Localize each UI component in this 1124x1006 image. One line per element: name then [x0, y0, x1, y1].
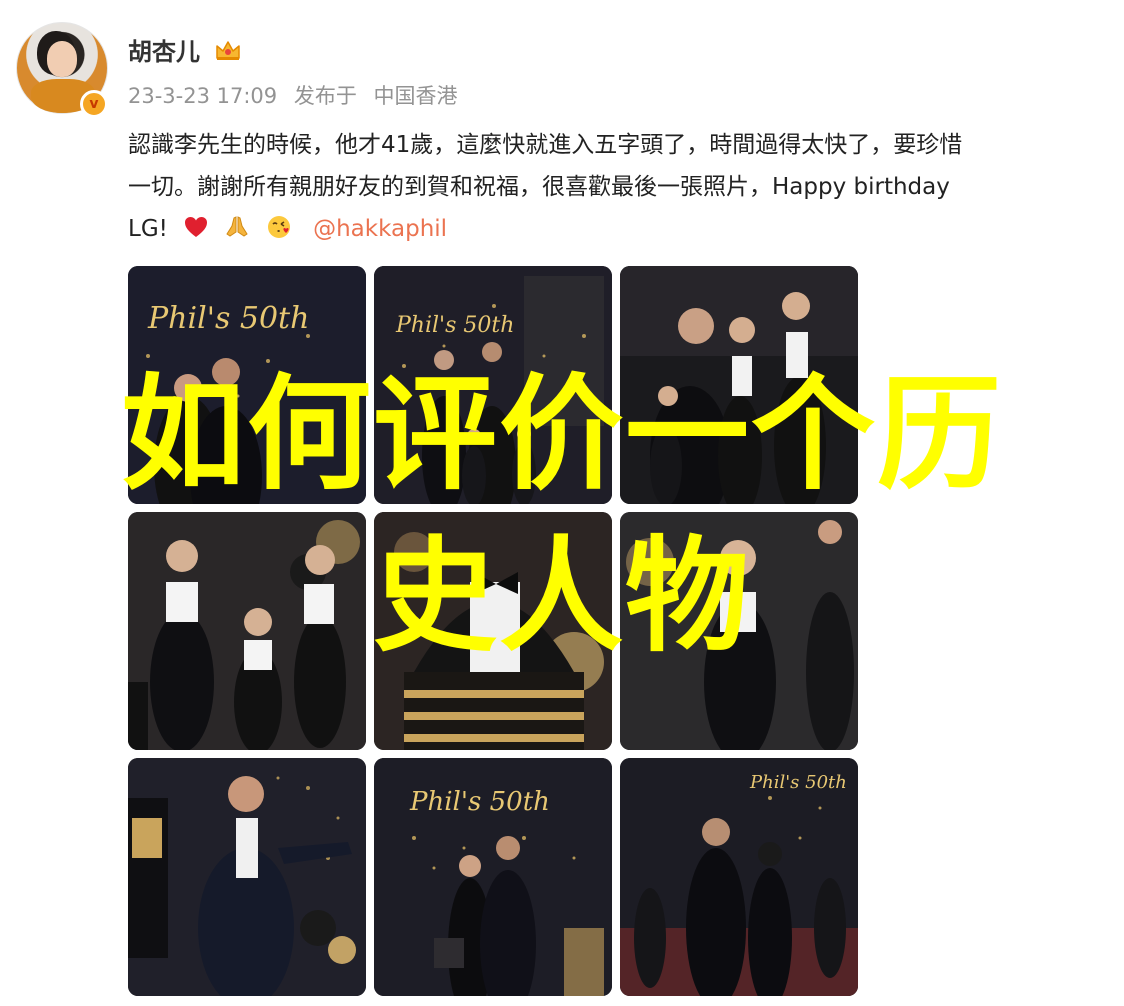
- post-text: 認識李先生的時候，他才41歲，這麼快就進入五字頭了，時間過得太快了，要珍惜 一切…: [128, 124, 1108, 250]
- post-text-line-3-text: LG!: [128, 216, 168, 242]
- photo-6-image: [620, 512, 858, 750]
- weibo-post: v 胡杏儿 23-3-23 17:09 发布于 中国香港 認識李先生的時候，他才…: [0, 0, 1124, 1006]
- author-name[interactable]: 胡杏儿: [128, 32, 200, 67]
- photo-grid: Phil's 50th Phil's 50th Phil's 50th Phil…: [128, 266, 860, 998]
- photo-5-image: [374, 512, 612, 750]
- photo-1[interactable]: Phil's 50th: [128, 266, 366, 504]
- photo-4[interactable]: [128, 512, 366, 750]
- photo-3-image: [620, 266, 858, 504]
- mention-link[interactable]: @hakkaphil: [313, 216, 447, 242]
- post-text-line-2: 一切。謝謝所有親朋好友的到賀和祝福，很喜歡最後一張照片，Happy birthd…: [128, 174, 950, 200]
- publish-label: 发布于: [293, 84, 357, 108]
- photo-3[interactable]: [620, 266, 858, 504]
- photo-6[interactable]: [620, 512, 858, 750]
- post-location: 中国香港: [373, 84, 458, 108]
- photo-1-sign-text: Phil's 50th: [147, 301, 309, 336]
- photo-9[interactable]: Phil's 50th: [620, 758, 858, 996]
- praying-hands-emoji: [226, 216, 249, 237]
- photo-2-image: Phil's 50th: [374, 266, 612, 504]
- photo-9-image: Phil's 50th: [620, 758, 858, 996]
- photo-7-image: [128, 758, 366, 996]
- photo-5[interactable]: [374, 512, 612, 750]
- photo-7[interactable]: [128, 758, 366, 996]
- photo-9-sign-text: Phil's 50th: [749, 772, 847, 793]
- post-timestamp[interactable]: 23-3-23 17:09: [128, 84, 277, 108]
- photo-2[interactable]: Phil's 50th: [374, 266, 612, 504]
- avatar-face: [47, 41, 77, 77]
- post-meta: 23-3-23 17:09 发布于 中国香港: [128, 80, 468, 110]
- photo-4-image: [128, 512, 366, 750]
- photo-8[interactable]: Phil's 50th: [374, 758, 612, 996]
- photo-8-image: Phil's 50th: [374, 758, 612, 996]
- photo-1-image: Phil's 50th: [128, 266, 366, 504]
- crown-icon: [216, 41, 240, 60]
- post-text-line-1: 認識李先生的時候，他才41歲，這麼快就進入五字頭了，時間過得太快了，要珍惜: [128, 132, 963, 158]
- kissing-face-emoji: [267, 216, 290, 238]
- heart-emoji: [185, 217, 208, 237]
- photo-8-sign-text: Phil's 50th: [409, 787, 550, 817]
- post-text-line-3: LG! @hakkaphil: [128, 208, 1108, 250]
- verified-badge-icon: v: [80, 90, 108, 118]
- photo-2-sign-text: Phil's 50th: [395, 313, 514, 338]
